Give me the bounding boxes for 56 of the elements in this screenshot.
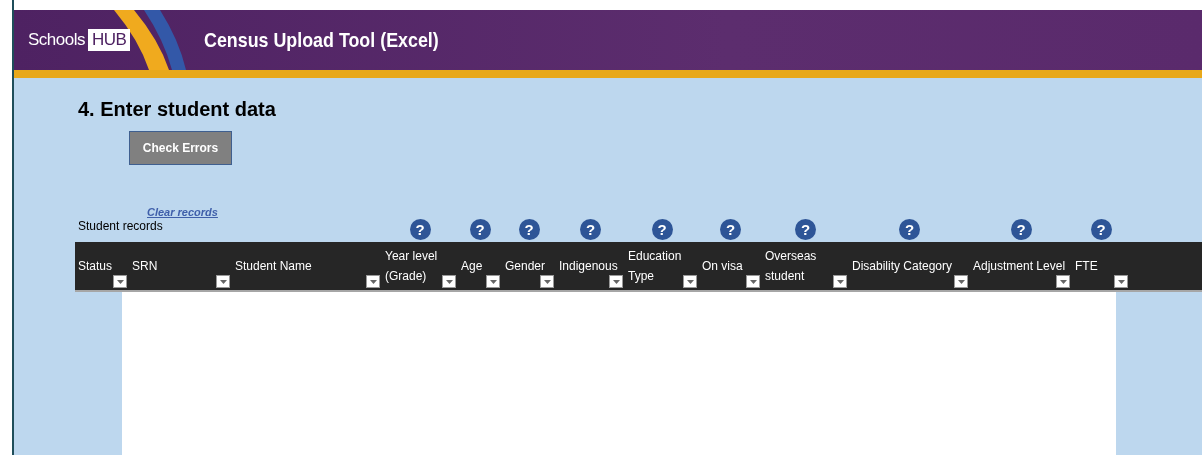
section-heading: 4. Enter student data — [78, 98, 277, 121]
filter-dropdown[interactable] — [833, 275, 847, 288]
caret-icon — [1117, 279, 1125, 284]
help-button[interactable]: ? — [899, 218, 920, 240]
filter-dropdown[interactable] — [683, 275, 697, 288]
help-button[interactable]: ? — [409, 218, 431, 240]
filter-dropdown[interactable] — [1114, 275, 1128, 288]
help-button[interactable]: ? — [1010, 218, 1032, 240]
column-header: On visa — [702, 258, 743, 275]
filter-dropdown[interactable] — [442, 275, 456, 288]
help-button[interactable]: ? — [795, 218, 816, 240]
filter-dropdown[interactable] — [216, 275, 230, 288]
filter-dropdown[interactable] — [366, 275, 380, 288]
caret-icon — [686, 279, 694, 284]
app-title: Census Upload Tool (Excel) — [204, 28, 440, 52]
caret-icon — [489, 279, 497, 284]
column-header: Gender — [505, 258, 546, 275]
filter-dropdown[interactable] — [540, 275, 554, 288]
caret-icon — [612, 279, 620, 284]
column-header: SRN — [132, 258, 158, 275]
caret-icon — [369, 279, 377, 284]
brand-name: Schools — [28, 30, 85, 50]
check-errors-button[interactable]: Check Errors — [129, 131, 232, 165]
help-button[interactable]: ? — [651, 218, 673, 240]
column-header: Education Type — [628, 248, 682, 285]
filter-dropdown[interactable] — [746, 275, 760, 288]
help-button[interactable]: ? — [518, 218, 540, 240]
filter-dropdown[interactable] — [1056, 275, 1070, 288]
filter-dropdown[interactable] — [113, 275, 127, 288]
column-header: Status — [78, 258, 113, 275]
caret-icon — [543, 279, 551, 284]
caret-icon — [445, 279, 453, 284]
filter-dropdown[interactable] — [609, 275, 623, 288]
column-header: Adjustment Level — [973, 258, 1066, 275]
help-button[interactable]: ? — [580, 218, 601, 240]
help-button[interactable]: ? — [1090, 218, 1112, 240]
clear-records-link[interactable]: Clear records — [147, 206, 218, 218]
help-button[interactable]: ? — [469, 218, 491, 240]
caret-icon — [749, 279, 757, 284]
column-header: Disability Category — [852, 258, 953, 275]
caret-icon — [219, 279, 227, 284]
filter-dropdown[interactable] — [954, 275, 968, 288]
caret-icon — [836, 279, 844, 284]
column-header: Student Name — [235, 258, 312, 275]
caret-icon — [1059, 279, 1067, 284]
column-header: FTE — [1075, 258, 1098, 275]
column-header: Overseas student — [765, 248, 817, 285]
column-header: Year level (Grade) — [385, 248, 438, 285]
column-header: Indigenous — [559, 258, 618, 275]
caret-icon — [116, 279, 124, 284]
help-button[interactable]: ? — [720, 218, 741, 240]
brand-badge: HUB — [88, 29, 131, 51]
column-header: Age — [461, 258, 483, 275]
filter-dropdown[interactable] — [486, 275, 500, 288]
table-caption: Student records — [78, 219, 163, 233]
caret-icon — [957, 279, 965, 284]
